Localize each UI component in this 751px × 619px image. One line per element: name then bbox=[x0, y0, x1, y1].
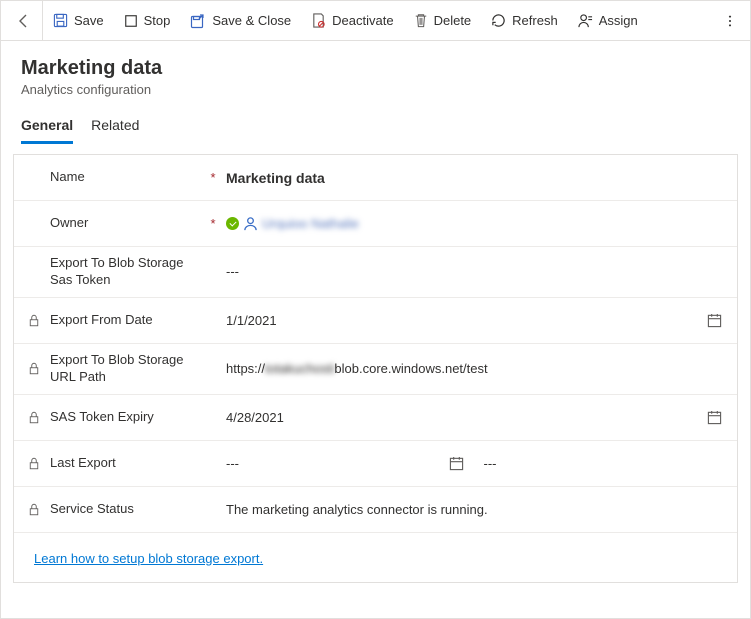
sas-token-value[interactable]: --- bbox=[226, 264, 695, 279]
calendar-icon bbox=[449, 456, 464, 471]
from-date-calendar-button[interactable] bbox=[703, 313, 725, 328]
arrow-left-icon bbox=[16, 13, 32, 29]
page-title: Marketing data bbox=[21, 57, 730, 80]
save-button[interactable]: Save bbox=[43, 1, 114, 41]
stop-label: Stop bbox=[144, 13, 171, 28]
field-sas-token: Export To Blob Storage Sas Token --- bbox=[14, 247, 737, 298]
sas-expiry-label: SAS Token Expiry bbox=[50, 409, 200, 426]
required-indicator: * bbox=[208, 216, 218, 231]
deactivate-label: Deactivate bbox=[332, 13, 393, 28]
field-from-date: Export From Date 1/1/2021 bbox=[14, 298, 737, 344]
command-bar: Save Stop Save & Close Deactivate Delete… bbox=[1, 1, 750, 41]
person-icon bbox=[243, 216, 258, 231]
lock-icon bbox=[28, 362, 40, 375]
more-vertical-icon bbox=[723, 14, 737, 28]
sas-token-label: Export To Blob Storage Sas Token bbox=[50, 255, 200, 289]
deactivate-icon bbox=[311, 13, 326, 28]
field-sas-expiry: SAS Token Expiry 4/28/2021 bbox=[14, 395, 737, 441]
page-subtitle: Analytics configuration bbox=[21, 82, 730, 97]
form-panel: Name * Marketing data Owner * Urquioo Na… bbox=[13, 154, 738, 583]
overflow-menu-button[interactable] bbox=[714, 1, 746, 41]
field-last-export: Last Export --- --- bbox=[14, 441, 737, 487]
save-close-button[interactable]: Save & Close bbox=[180, 1, 301, 41]
refresh-icon bbox=[491, 13, 506, 28]
field-owner: Owner * Urquioo Nathalie bbox=[14, 201, 737, 247]
sas-expiry-calendar-button[interactable] bbox=[703, 410, 725, 425]
setup-help-link[interactable]: Learn how to setup blob storage export. bbox=[34, 551, 263, 566]
name-value[interactable]: Marketing data bbox=[226, 170, 695, 186]
calendar-icon bbox=[707, 410, 722, 425]
page-header: Marketing data Analytics configuration bbox=[1, 41, 750, 105]
name-label: Name bbox=[50, 169, 200, 186]
lock-icon bbox=[28, 314, 40, 327]
refresh-button[interactable]: Refresh bbox=[481, 1, 568, 41]
service-status-value: The marketing analytics connector is run… bbox=[226, 502, 695, 517]
assign-button[interactable]: Assign bbox=[568, 1, 648, 41]
url-path-label: Export To Blob Storage URL Path bbox=[50, 352, 200, 386]
last-export-value[interactable]: --- --- bbox=[226, 456, 695, 471]
owner-label: Owner bbox=[50, 215, 200, 232]
from-date-value[interactable]: 1/1/2021 bbox=[226, 313, 695, 328]
status-ok-icon bbox=[226, 217, 239, 230]
save-close-label: Save & Close bbox=[212, 13, 291, 28]
lock-icon bbox=[28, 503, 40, 516]
deactivate-button[interactable]: Deactivate bbox=[301, 1, 403, 41]
refresh-label: Refresh bbox=[512, 13, 558, 28]
required-indicator: * bbox=[208, 170, 218, 185]
calendar-icon bbox=[707, 313, 722, 328]
delete-label: Delete bbox=[434, 13, 472, 28]
lock-icon bbox=[28, 457, 40, 470]
delete-button[interactable]: Delete bbox=[404, 1, 482, 41]
last-export-calendar-button[interactable] bbox=[446, 456, 468, 471]
lock-icon bbox=[28, 411, 40, 424]
help-link-row: Learn how to setup blob storage export. bbox=[14, 533, 737, 582]
from-date-label: Export From Date bbox=[50, 312, 200, 329]
url-path-value[interactable]: https://totakuchostiblob.core.windows.ne… bbox=[226, 361, 695, 376]
save-close-icon bbox=[190, 13, 206, 29]
owner-name: Urquioo Nathalie bbox=[262, 216, 359, 231]
service-status-label: Service Status bbox=[50, 501, 200, 518]
stop-button[interactable]: Stop bbox=[114, 1, 181, 41]
tab-related[interactable]: Related bbox=[91, 111, 139, 144]
assign-label: Assign bbox=[599, 13, 638, 28]
field-name: Name * Marketing data bbox=[14, 155, 737, 201]
field-url-path: Export To Blob Storage URL Path https://… bbox=[14, 344, 737, 395]
save-icon bbox=[53, 13, 68, 28]
delete-icon bbox=[414, 13, 428, 28]
owner-value[interactable]: Urquioo Nathalie bbox=[226, 216, 695, 231]
stop-icon bbox=[124, 14, 138, 28]
save-label: Save bbox=[74, 13, 104, 28]
tab-general[interactable]: General bbox=[21, 111, 73, 144]
sas-expiry-value[interactable]: 4/28/2021 bbox=[226, 410, 695, 425]
back-button[interactable] bbox=[5, 1, 43, 41]
tab-list: General Related bbox=[1, 105, 750, 144]
assign-icon bbox=[578, 13, 593, 28]
last-export-label: Last Export bbox=[50, 455, 200, 472]
field-service-status: Service Status The marketing analytics c… bbox=[14, 487, 737, 533]
